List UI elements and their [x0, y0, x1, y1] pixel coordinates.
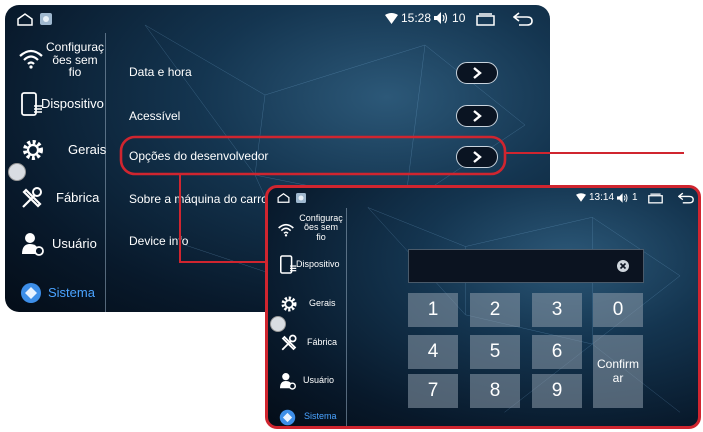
user-icon [280, 373, 296, 390]
developer-password-screen: 13:14 1 Configuraç ões sem fio Dispositi… [265, 185, 701, 429]
sidebar-item-label: Gerais [309, 298, 336, 309]
callout-line-left [179, 174, 268, 263]
sidebar-item-factory[interactable]: Fábrica [268, 331, 346, 355]
back-icon[interactable] [678, 192, 694, 204]
gear-icon [281, 296, 297, 312]
status-time: 13:14 [589, 192, 615, 203]
sidebar-item-wireless[interactable]: Configuraç ões sem fio [268, 211, 346, 245]
key-5[interactable]: 5 [470, 335, 520, 369]
sidebar-item-label: Configuraç ões sem fio [299, 212, 343, 242]
key-2[interactable]: 2 [470, 293, 520, 327]
scroll-handle[interactable] [270, 316, 286, 332]
sidebar-item-system[interactable]: Sistema [268, 406, 346, 426]
confirm-label-line2: ar [612, 370, 624, 385]
key-4[interactable]: 4 [408, 335, 458, 369]
sidebar-item-label: Dispositivo [296, 259, 340, 270]
clear-icon[interactable] [617, 260, 629, 272]
key-0[interactable]: 0 [593, 293, 643, 327]
status-volume: 1 [632, 192, 638, 203]
sidebar-item-general[interactable]: Gerais [268, 292, 346, 316]
key-7[interactable]: 7 [408, 374, 458, 408]
key-8[interactable]: 8 [470, 374, 520, 408]
system-icon [279, 409, 296, 426]
wifi-icon [576, 193, 586, 202]
sidebar-item-label: Usuário [303, 375, 335, 386]
sidebar-item-user[interactable]: Usuário [268, 369, 346, 393]
developer-options-highlight [119, 135, 507, 176]
recents-icon[interactable] [648, 193, 663, 204]
password-input[interactable] [408, 249, 644, 283]
key-9[interactable]: 9 [532, 374, 582, 408]
sidebar: Configuraç ões sem fio Dispositivo Gerais … [268, 188, 347, 426]
key-6[interactable]: 6 [532, 335, 582, 369]
sidebar-divider [346, 208, 347, 426]
wifi-icon [278, 223, 294, 237]
device-icon [280, 255, 297, 274]
sidebar-item-label: Sistema [304, 411, 337, 422]
key-3[interactable]: 3 [532, 293, 582, 327]
sidebar-item-device[interactable]: Dispositivo [268, 253, 346, 277]
key-1[interactable]: 1 [408, 293, 458, 327]
tools-icon [281, 334, 297, 351]
confirm-label-line1: Confirm [596, 356, 639, 371]
volume-icon [617, 192, 628, 203]
confirm-button[interactable]: Confirm ar [593, 335, 643, 408]
sidebar-item-label: Fábrica [307, 337, 338, 348]
